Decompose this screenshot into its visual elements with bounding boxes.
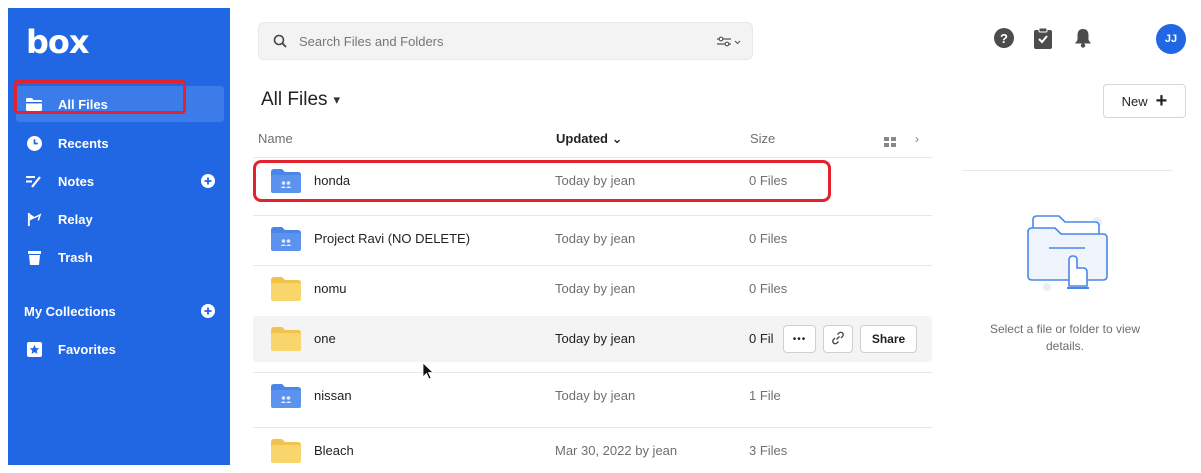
folder-icon	[271, 277, 301, 301]
star-icon	[24, 339, 44, 359]
table-row[interactable]: Bleach Mar 30, 2022 by jean 3 Files	[253, 427, 932, 473]
chevron-down-icon: ⌄	[611, 131, 623, 146]
row-updated: Today by jean	[555, 231, 636, 246]
bell-icon[interactable]	[1069, 24, 1097, 52]
row-size: 0 Fil	[749, 331, 774, 346]
grid-view-icon[interactable]	[884, 134, 896, 152]
details-divider	[962, 170, 1172, 171]
row-name[interactable]: honda	[314, 173, 350, 188]
share-button[interactable]: Share	[860, 325, 917, 353]
new-button[interactable]: New +	[1103, 84, 1186, 118]
folder-icon	[271, 327, 301, 351]
sidebar-item-trash[interactable]: Trash	[16, 239, 224, 275]
more-options-button[interactable]: •••	[783, 325, 816, 353]
copy-link-button[interactable]	[823, 325, 853, 353]
sidebar-my-collections[interactable]: My Collections	[16, 293, 224, 329]
plus-circle-icon[interactable]	[200, 303, 216, 319]
plus-icon: +	[1155, 90, 1168, 112]
row-updated: Today by jean	[555, 281, 636, 296]
column-header-updated[interactable]: Updated ⌄	[556, 131, 623, 147]
search-bar[interactable]	[258, 22, 753, 60]
chevron-right-icon[interactable]: ›	[915, 132, 919, 146]
details-empty-text: Select a file or folder to view details.	[989, 322, 1141, 353]
table-row[interactable]: Project Ravi (NO DELETE) Today by jean 0…	[253, 215, 932, 261]
sidebar: box All Files Recents Notes Relay Trash	[8, 8, 230, 465]
row-size: 3 Files	[749, 443, 788, 458]
table-row[interactable]: honda Today by jean 0 Files	[253, 157, 932, 203]
table-row[interactable]: one Today by jean 0 Fil ••• Share	[253, 316, 932, 362]
row-size: 1 File	[749, 388, 781, 403]
sidebar-item-label: Trash	[58, 249, 93, 265]
filter-icon[interactable]	[716, 34, 742, 50]
sidebar-item-label: Notes	[58, 173, 95, 189]
sidebar-item-label: Favorites	[58, 341, 116, 357]
clock-icon	[24, 133, 44, 153]
trash-icon	[24, 247, 44, 267]
link-icon	[831, 331, 845, 348]
row-name[interactable]: Project Ravi (NO DELETE)	[314, 231, 470, 246]
sidebar-item-label: Relay	[58, 211, 93, 227]
notes-icon	[24, 171, 44, 191]
row-name[interactable]: nomu	[314, 281, 347, 296]
sidebar-item-label: All Files	[58, 96, 108, 112]
sidebar-section-label: My Collections	[24, 303, 116, 319]
sidebar-item-all-files[interactable]: All Files	[16, 86, 224, 122]
help-icon[interactable]: ?	[990, 24, 1018, 52]
folder-icon	[271, 439, 301, 463]
search-input[interactable]	[297, 32, 681, 50]
table-row[interactable]: nomu Today by jean 0 Files	[253, 265, 932, 311]
sidebar-item-notes[interactable]: Notes	[16, 163, 224, 199]
row-updated: Today by jean	[555, 173, 636, 188]
box-logo[interactable]: box	[26, 22, 90, 62]
column-header-name[interactable]: Name	[258, 131, 293, 146]
chevron-down-icon: ▾	[333, 92, 341, 107]
row-name[interactable]: Bleach	[314, 443, 354, 458]
page-title[interactable]: All Files ▾	[261, 89, 340, 111]
shared-folder-icon	[271, 169, 301, 193]
svg-text:?: ?	[1000, 31, 1008, 46]
search-icon	[273, 34, 287, 48]
file-details-illustration-icon	[1025, 212, 1111, 301]
column-header-size[interactable]: Size	[750, 131, 775, 146]
sidebar-item-recents[interactable]: Recents	[16, 125, 224, 161]
plus-circle-icon[interactable]	[200, 173, 216, 189]
folder-icon	[24, 94, 44, 114]
relay-icon	[24, 209, 44, 229]
row-size: 0 Files	[749, 173, 788, 188]
shared-folder-icon	[271, 227, 301, 251]
shared-folder-icon	[271, 384, 301, 408]
row-updated: Today by jean	[555, 331, 636, 346]
tasks-icon[interactable]	[1029, 24, 1057, 52]
row-size: 0 Files	[749, 231, 788, 246]
row-updated: Mar 30, 2022 by jean	[555, 443, 678, 458]
row-updated: Today by jean	[555, 388, 636, 403]
page-title-text: All Files	[261, 89, 328, 110]
avatar[interactable]: JJ	[1156, 24, 1186, 54]
mouse-cursor-icon	[422, 362, 435, 381]
row-name[interactable]: nissan	[314, 388, 352, 403]
row-size: 0 Files	[749, 281, 788, 296]
sidebar-item-relay[interactable]: Relay	[16, 201, 224, 237]
new-button-label: New	[1121, 93, 1148, 109]
sidebar-item-favorites[interactable]: Favorites	[16, 331, 224, 367]
sidebar-item-label: Recents	[58, 135, 109, 151]
table-row[interactable]: nissan Today by jean 1 File	[253, 372, 932, 418]
column-header-updated-label: Updated	[556, 131, 608, 146]
row-name[interactable]: one	[314, 331, 336, 346]
